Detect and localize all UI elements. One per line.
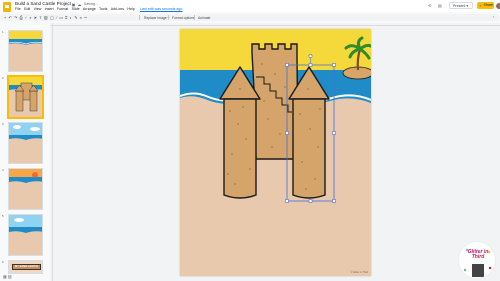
add-slide-icon[interactable]: + <box>4 16 6 20</box>
thumbnail-art <box>9 123 42 163</box>
paint-format-icon[interactable]: ⌐ <box>25 16 27 20</box>
slide-thumbnail-1[interactable] <box>8 30 43 72</box>
menu-slide[interactable]: Slide <box>72 7 80 11</box>
star-icon[interactable]: ☆ <box>66 2 70 7</box>
slide-thumbnail-4[interactable] <box>8 168 43 210</box>
mask-icon[interactable]: ◐ <box>70 16 72 20</box>
comment-icon[interactable]: ▤ <box>438 3 442 8</box>
horizontal-ruler[interactable] <box>50 23 500 26</box>
slide-artwork <box>180 29 371 203</box>
present-button[interactable]: Present ▾ <box>449 2 473 9</box>
slide-number: 2 <box>2 76 4 80</box>
menu-addons[interactable]: Add-ons <box>111 7 124 11</box>
document-title[interactable]: Build a Sand Castle Project <box>15 1 71 6</box>
collapse-toolbar-icon[interactable]: ⌃ <box>492 16 495 20</box>
zoom-icon[interactable]: ⌕ <box>29 16 31 20</box>
toolbar: +↶↷⎙⌐⌕➤T▨◯∕▭⌗◐✎≡┅ Replace image ▾ Format… <box>0 14 500 21</box>
left-tower <box>223 98 257 199</box>
animate-button[interactable]: Animate <box>198 16 210 20</box>
border-weight-icon[interactable]: ≡ <box>80 16 82 20</box>
toolbar-divider <box>194 15 195 20</box>
menu-format[interactable]: Format <box>57 7 68 11</box>
replace-image-menu[interactable]: Replace image ▾ <box>144 16 169 20</box>
textbox-icon[interactable]: T <box>39 16 41 20</box>
last-edit-link[interactable]: Last edit was seconds ago <box>140 7 182 11</box>
top-right-controls: ⟲ ▤ Present ▾ 🔒 Share <box>420 0 500 12</box>
slide-number: 6 <box>2 260 4 264</box>
border-color-icon[interactable]: ✎ <box>74 16 77 20</box>
select-icon[interactable]: ➤ <box>34 16 37 20</box>
brand-watermark-logo: Glitter in Third <box>458 241 496 279</box>
comment-add-icon[interactable]: ▭ <box>59 16 63 20</box>
thumbnail-art <box>9 215 42 255</box>
title-icons: ☆ ▣ ☁ <box>66 2 83 7</box>
present-label: Present <box>453 4 466 8</box>
crop-icon[interactable]: ⌗ <box>65 16 67 20</box>
menu-tools[interactable]: Tools <box>99 7 107 11</box>
toolbar-divider <box>139 15 140 20</box>
redo-icon[interactable]: ↷ <box>14 16 17 20</box>
menu-view[interactable]: View <box>34 7 42 11</box>
cloud-status-icon: ☁ <box>77 1 82 7</box>
menu-file[interactable]: File <box>15 7 21 11</box>
filmstrip-view-icon[interactable]: ▥ <box>8 274 12 279</box>
image-icon[interactable]: ▨ <box>44 16 48 20</box>
thumbnail-art <box>9 31 42 71</box>
title-bar: Build a Sand Castle Project ☆ ▣ ☁ Saving..… <box>0 0 500 12</box>
slide-number: 1 <box>2 30 4 34</box>
thumbnail-art <box>9 77 42 117</box>
slide-number: 5 <box>2 214 4 218</box>
grid-view-icon[interactable]: ▦ <box>3 274 7 279</box>
avatar[interactable] <box>496 2 500 9</box>
filmstrip-view-controls: ▦ ▥ <box>0 274 48 281</box>
current-slide[interactable]: © Glitter in Third <box>180 29 371 276</box>
castle-keep <box>251 43 299 160</box>
vertical-ruler[interactable] <box>50 23 53 281</box>
lock-icon: 🔒 <box>477 3 483 7</box>
watermark-text: Glitter in Third <box>467 249 489 260</box>
rotate-handle[interactable] <box>308 54 313 58</box>
slide-thumbnail-6[interactable]: MY SAND CASTLE <box>8 260 43 274</box>
border-dash-icon[interactable]: ┅ <box>84 16 86 20</box>
right-tower <box>292 98 326 199</box>
undo-icon[interactable]: ↶ <box>9 16 12 20</box>
slide-thumbnail-3[interactable] <box>8 122 43 164</box>
print-icon[interactable]: ⎙ <box>19 16 22 20</box>
history-icon[interactable]: ⟲ <box>428 3 431 8</box>
toolbar-divider <box>168 15 169 20</box>
slide-number: 4 <box>2 168 4 172</box>
replace-image-label: Replace image <box>144 15 167 20</box>
slide-footer-credit: © Glitter in Third <box>350 271 368 274</box>
thumbnail-art <box>9 169 42 209</box>
menu-edit[interactable]: Edit <box>24 7 30 11</box>
move-folder-icon[interactable]: ▣ <box>72 2 76 7</box>
slide-thumbnail-5[interactable] <box>8 214 43 256</box>
menu-arrange[interactable]: Arrange <box>83 7 96 11</box>
watermark-book <box>472 264 484 277</box>
menu-help[interactable]: Help <box>127 7 134 11</box>
slides-logo-icon[interactable] <box>3 2 11 12</box>
thumbnail-banner-text: MY SAND CASTLE <box>14 264 38 268</box>
line-icon[interactable]: ∕ <box>56 16 57 20</box>
slide-number: 3 <box>2 122 4 126</box>
toolbar-icons: + ↶ ↷ ⎙ ⌐ ⌕ ➤ T ▨ ◯ ∕ ▭ ⌗ ◐ ✎ ≡ ┅ <box>4 15 89 20</box>
slide-filmstrip: 1 2 3 4 5 6 MY SAND CASTLE ▦ ▥ <box>0 23 48 281</box>
save-status: Saving... <box>84 2 98 6</box>
share-button[interactable]: 🔒 Share <box>477 2 494 9</box>
share-label: Share <box>483 3 494 7</box>
slide-thumbnail-2[interactable] <box>7 75 44 119</box>
menu-insert[interactable]: Insert <box>45 7 54 11</box>
menu-bar: File Edit View Insert Format Slide Arrange Tool… <box>15 7 186 12</box>
slides-app: Build a Sand Castle Project ☆ ▣ ☁ Saving..… <box>0 0 500 281</box>
shape-icon[interactable]: ◯ <box>50 16 54 20</box>
format-options-button[interactable]: Format options <box>172 16 195 20</box>
